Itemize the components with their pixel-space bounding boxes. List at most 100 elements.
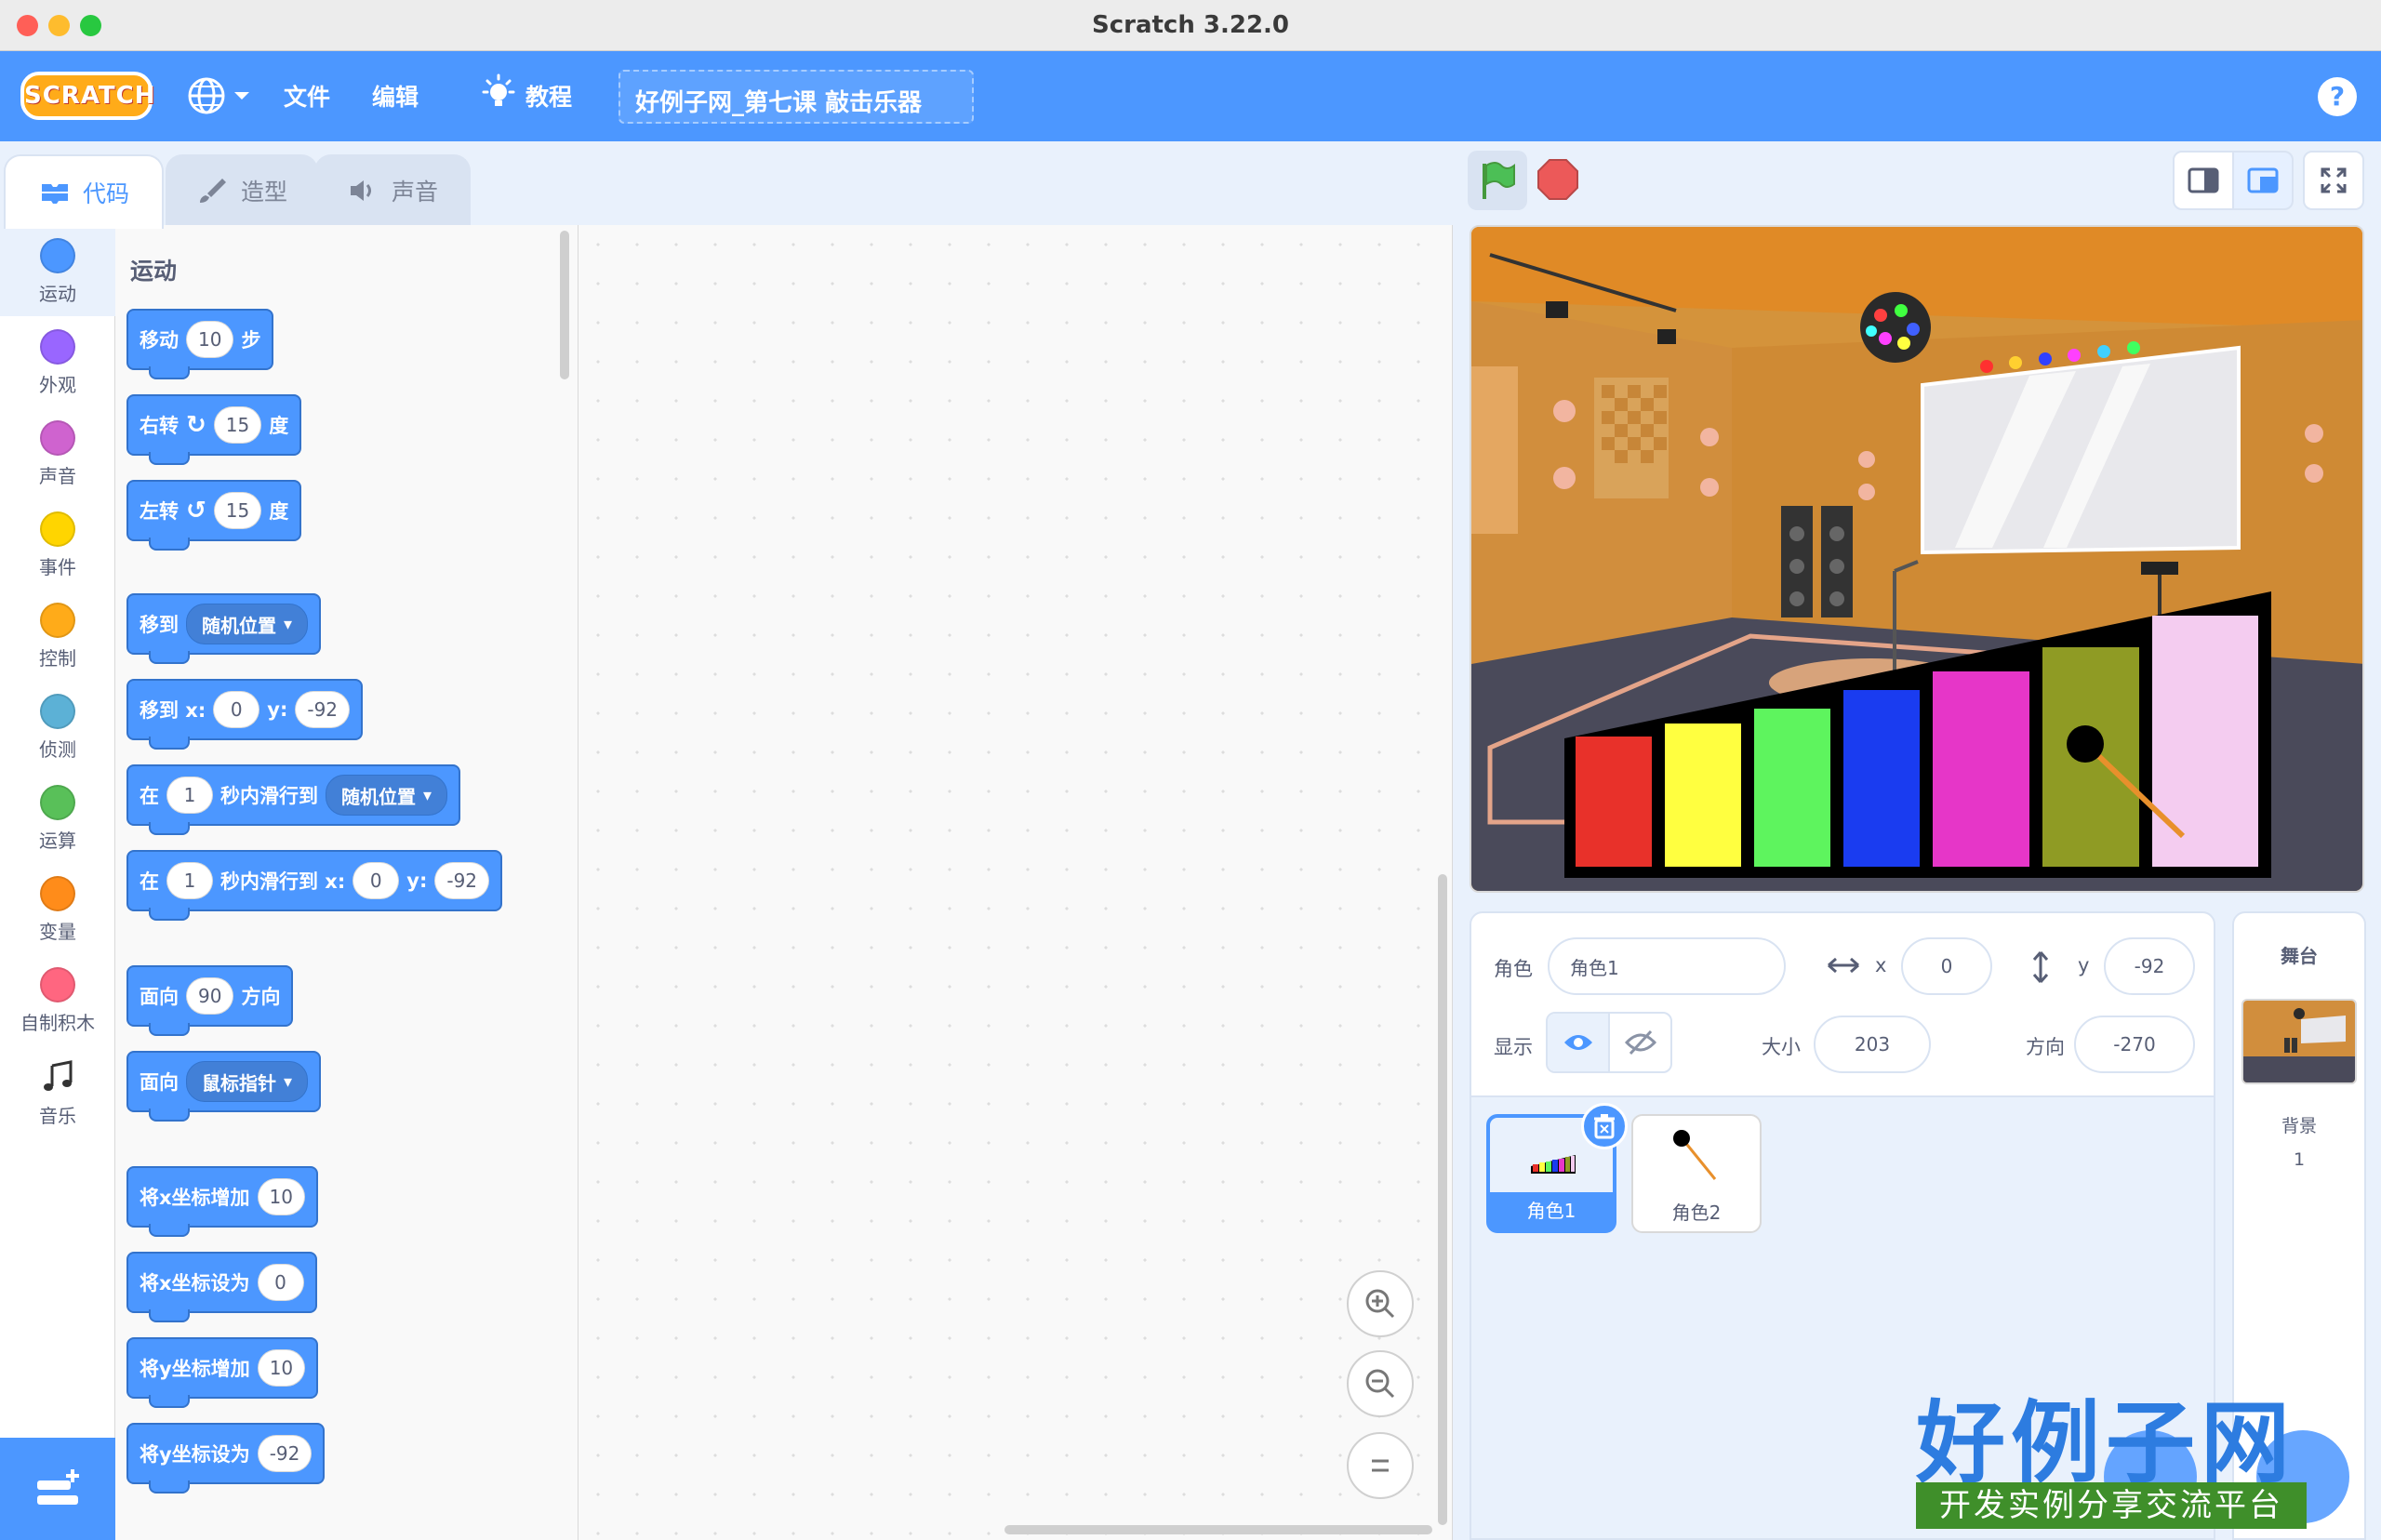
- tutorials-menu[interactable]: 教程: [525, 79, 572, 113]
- zoom-out-button[interactable]: [1347, 1350, 1414, 1417]
- equals-icon: [1372, 1459, 1389, 1472]
- scratch-logo[interactable]: SCRATCH: [20, 72, 155, 120]
- block-turn-right[interactable]: 右转 ↻ 15 度: [126, 394, 302, 465]
- category-control[interactable]: 控制: [0, 590, 115, 681]
- block-dropdown[interactable]: 随机位置: [326, 775, 448, 816]
- block-number-input[interactable]: 10: [257, 1178, 305, 1215]
- title-bar: Scratch 3.22.0: [0, 0, 2381, 51]
- menu-bar: SCRATCH 文件 编辑 教程 好例子网_第七课 敲击乐器 ?: [0, 51, 2381, 141]
- block-glide-xy[interactable]: 在 1 秒内滑行到 x: 0 y: -92: [126, 850, 503, 921]
- zoom-in-icon: [1365, 1289, 1395, 1319]
- help-button[interactable]: ?: [2318, 77, 2357, 116]
- block-change-x[interactable]: 将x坐标增加 10: [126, 1166, 318, 1237]
- block-text: 度: [269, 415, 289, 437]
- category-music[interactable]: 音乐: [0, 1045, 115, 1136]
- block-text: 移到: [140, 614, 179, 636]
- direction-input[interactable]: -270: [2074, 1016, 2195, 1073]
- block-number-input[interactable]: -92: [257, 1435, 313, 1472]
- window-title: Scratch 3.22.0: [1091, 11, 1290, 39]
- watermark-tagline: 开发实例分享交流平台: [1916, 1482, 2307, 1529]
- tab-code[interactable]: 代码: [4, 154, 164, 229]
- delete-sprite-button[interactable]: [1581, 1103, 1628, 1149]
- block-point-direction[interactable]: 面向 90 方向: [126, 965, 294, 1036]
- block-turn-left[interactable]: 左转 ↺ 15 度: [126, 480, 302, 551]
- category-operators[interactable]: 运算: [0, 772, 115, 863]
- file-menu[interactable]: 文件: [284, 79, 330, 113]
- visibility-toggle: [1546, 1012, 1672, 1073]
- backdrop-thumbnail[interactable]: [2241, 999, 2357, 1084]
- zoom-in-button[interactable]: [1347, 1270, 1414, 1337]
- block-number-input[interactable]: 15: [213, 406, 262, 444]
- script-vertical-scrollbar[interactable]: [1438, 874, 1447, 1525]
- category-label: 控制: [39, 647, 76, 670]
- block-text: 面向: [140, 986, 179, 1008]
- zoom-reset-button[interactable]: [1347, 1432, 1414, 1499]
- block-number-input[interactable]: 0: [352, 862, 400, 899]
- edit-menu[interactable]: 编辑: [372, 79, 419, 113]
- block-number-input[interactable]: -92: [434, 862, 490, 899]
- block-number-input[interactable]: 10: [186, 321, 234, 358]
- block-goto[interactable]: 移到 随机位置: [126, 593, 322, 664]
- size-input[interactable]: 203: [1814, 1016, 1931, 1073]
- small-stage-icon: [2188, 167, 2219, 193]
- block-change-y[interactable]: 将y坐标增加 10: [126, 1337, 319, 1408]
- block-point-towards[interactable]: 面向 鼠标指针: [126, 1051, 322, 1122]
- zoom-out-icon: [1365, 1369, 1395, 1399]
- block-number-input[interactable]: 0: [257, 1264, 304, 1301]
- y-position-input[interactable]: -92: [2104, 937, 2195, 995]
- block-text: 秒内滑行到 x:: [220, 870, 346, 893]
- block-dropdown[interactable]: 鼠标指针: [186, 1061, 309, 1102]
- language-menu[interactable]: [186, 73, 253, 118]
- block-number-input[interactable]: -92: [295, 691, 351, 728]
- tab-sounds[interactable]: 声音: [314, 154, 471, 225]
- block-number-input[interactable]: 1: [166, 777, 213, 814]
- block-goto-xy[interactable]: 移到 x: 0 y: -92: [126, 679, 364, 750]
- sensing-category-icon: [40, 694, 75, 729]
- tab-costumes[interactable]: 造型: [166, 154, 318, 225]
- block-number-input[interactable]: 1: [166, 862, 213, 899]
- category-my-blocks[interactable]: 自制积木: [0, 954, 115, 1045]
- hide-sprite-button[interactable]: [1610, 1014, 1670, 1071]
- fullscreen-button[interactable]: [2303, 151, 2364, 210]
- large-stage-button[interactable]: [2232, 151, 2294, 210]
- music-note-icon: [44, 1060, 73, 1091]
- category-events[interactable]: 事件: [0, 498, 115, 590]
- globe-icon: [188, 77, 249, 114]
- lightbulb-icon[interactable]: [478, 73, 519, 114]
- project-title-input[interactable]: 好例子网_第七课 敲击乐器: [619, 70, 974, 124]
- backdrop-label: 背景: [2281, 1116, 2317, 1136]
- sprite-card-2[interactable]: 角色2: [1631, 1114, 1762, 1233]
- block-dropdown[interactable]: 随机位置: [186, 604, 309, 644]
- sprite-name-label: 角色: [1494, 958, 1533, 980]
- small-stage-button[interactable]: [2173, 151, 2234, 210]
- stage-canvas[interactable]: [1470, 225, 2364, 893]
- x-position-input[interactable]: 0: [1901, 937, 1992, 995]
- stop-sign-icon[interactable]: [1536, 158, 1579, 201]
- palette-scrollbar[interactable]: [560, 231, 569, 379]
- block-number-input[interactable]: 10: [257, 1349, 306, 1387]
- script-area[interactable]: [579, 225, 1453, 1540]
- watermark-logo: 好例子网 开发实例分享交流平台: [1916, 1371, 2316, 1534]
- green-flag-button[interactable]: [1468, 151, 1527, 210]
- category-sensing[interactable]: 侦测: [0, 681, 115, 772]
- block-number-input[interactable]: 15: [213, 492, 262, 529]
- add-extension-icon: [37, 1469, 79, 1505]
- category-looks[interactable]: 外观: [0, 316, 115, 407]
- sprite-name-input[interactable]: 角色1: [1548, 937, 1786, 995]
- block-text: 度: [269, 500, 289, 523]
- block-glide-to[interactable]: 在 1 秒内滑行到 随机位置: [126, 764, 461, 835]
- sound-category-icon: [40, 420, 75, 456]
- block-number-input[interactable]: 90: [186, 977, 234, 1015]
- block-set-y[interactable]: 将y坐标设为 -92: [126, 1423, 326, 1494]
- show-sprite-button[interactable]: [1548, 1014, 1610, 1071]
- category-motion[interactable]: 运动: [0, 225, 115, 316]
- show-label: 显示: [1494, 1036, 1533, 1058]
- block-set-x[interactable]: 将x坐标设为 0: [126, 1252, 317, 1322]
- add-extension-button[interactable]: [0, 1438, 115, 1540]
- x-label: x: [1875, 954, 1887, 976]
- category-variables[interactable]: 变量: [0, 863, 115, 954]
- category-sound[interactable]: 声音: [0, 407, 115, 498]
- script-horizontal-scrollbar[interactable]: [1004, 1525, 1432, 1534]
- block-number-input[interactable]: 0: [213, 691, 260, 728]
- block-move-steps[interactable]: 移动 10 步: [126, 309, 274, 379]
